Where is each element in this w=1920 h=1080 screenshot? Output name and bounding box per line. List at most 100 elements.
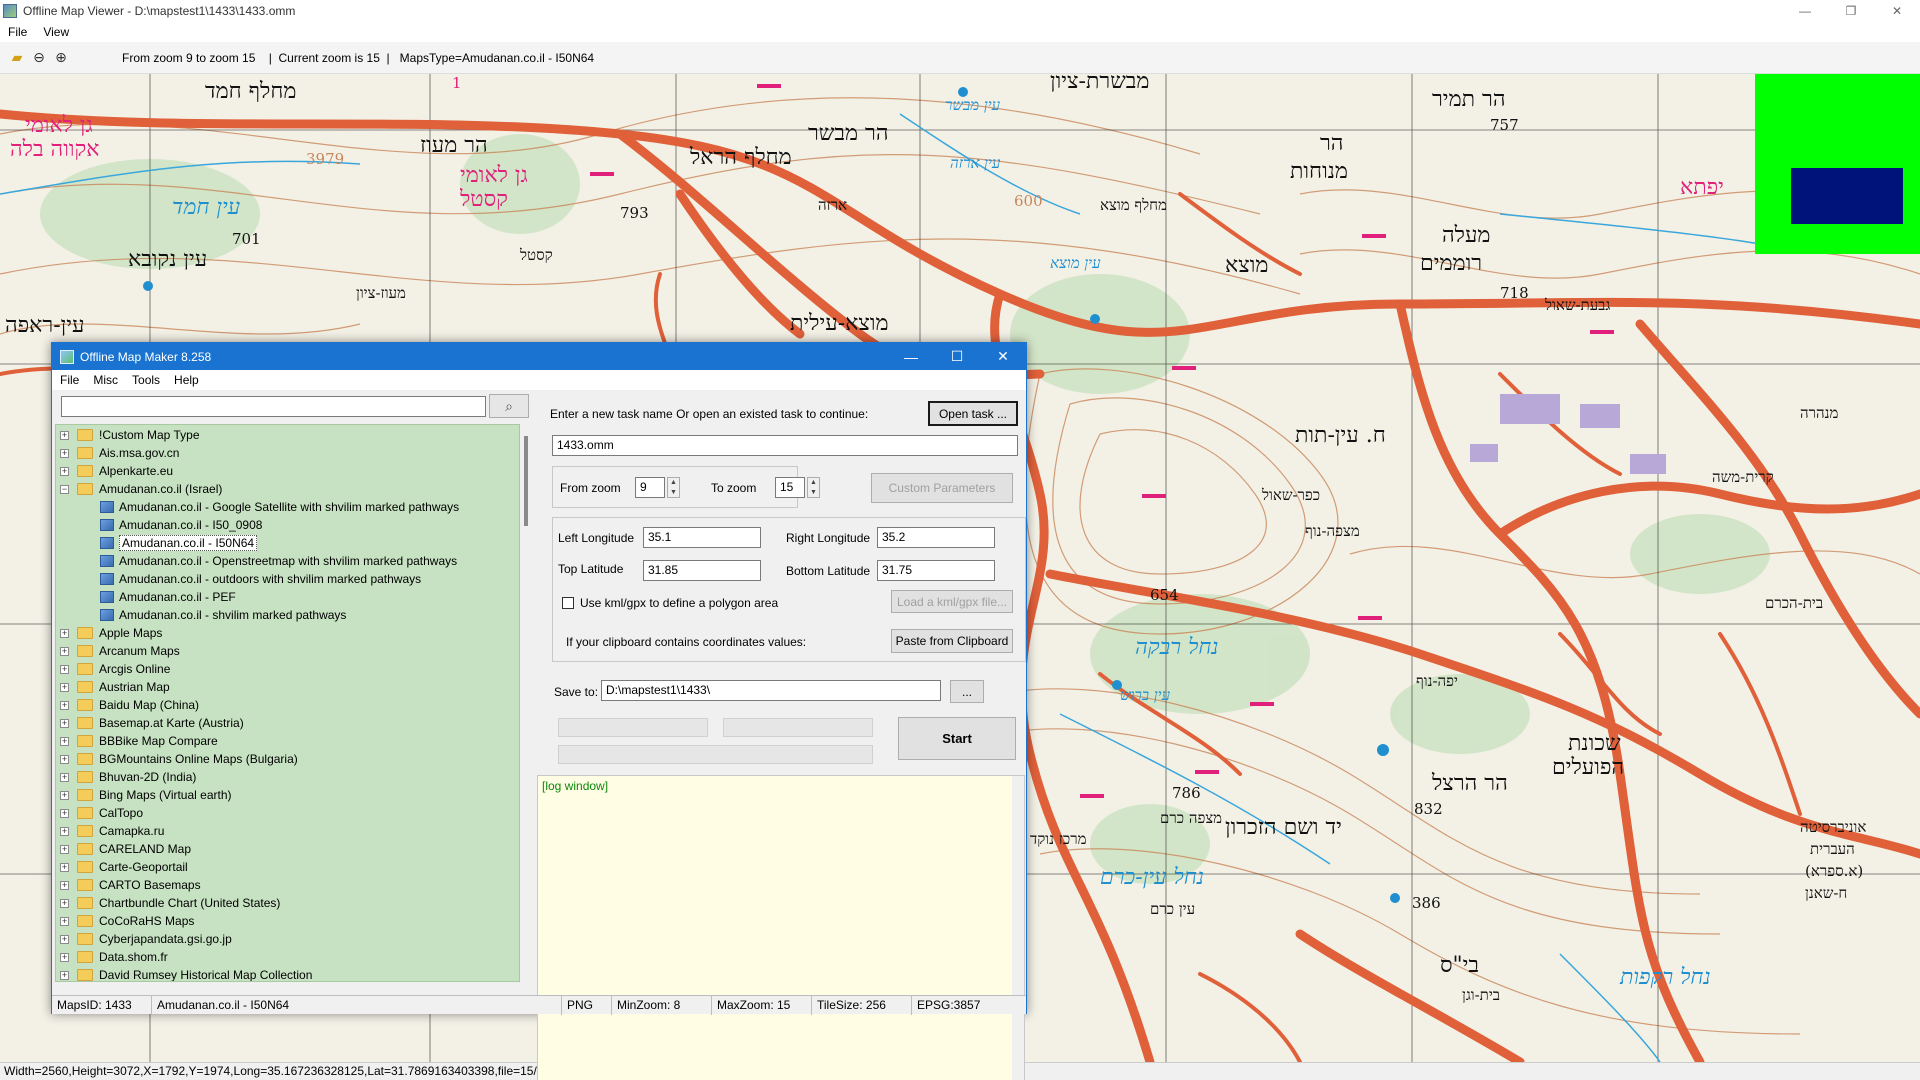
dialog-maximize-icon[interactable]: ☐: [934, 343, 980, 370]
tree-folder-item[interactable]: + CoCoRaHS Maps: [56, 912, 194, 930]
paste-from-clipboard-button[interactable]: Paste from Clipboard: [891, 629, 1013, 653]
log-scrollbar[interactable]: [1012, 776, 1024, 1080]
expand-icon[interactable]: +: [60, 628, 69, 638]
dialog-menu-file[interactable]: File: [60, 373, 79, 387]
expand-icon[interactable]: +: [60, 718, 69, 728]
expand-icon[interactable]: +: [60, 970, 69, 980]
tree-child-item[interactable]: Amudanan.co.il - Google Satellite with s…: [100, 498, 459, 516]
load-kml-button[interactable]: Load a kml/gpx file...: [891, 590, 1013, 613]
expand-icon[interactable]: +: [60, 844, 69, 854]
dialog-close-icon[interactable]: ✕: [980, 343, 1026, 370]
expand-icon[interactable]: +: [60, 808, 69, 818]
dialog-menu-misc[interactable]: Misc: [93, 373, 118, 387]
map-type-tree[interactable]: + !Custom Map Type + Ais.msa.gov.cn + Alpenka…: [55, 424, 520, 982]
expand-icon[interactable]: +: [60, 898, 69, 908]
tree-folder-item[interactable]: + CARTO Basemaps: [56, 876, 201, 894]
tree-folder-item[interactable]: + !Custom Map Type: [56, 426, 200, 444]
dialog-titlebar[interactable]: Offline Map Maker 8.258 — ☐ ✕: [52, 343, 1026, 370]
expand-icon[interactable]: +: [60, 916, 69, 926]
left-longitude-input[interactable]: 35.1: [643, 527, 761, 548]
tree-folder-item[interactable]: + Bing Maps (Virtual earth): [56, 786, 232, 804]
tree-folder-item[interactable]: + Ais.msa.gov.cn: [56, 444, 179, 462]
menu-file[interactable]: File: [8, 25, 27, 39]
collapse-icon[interactable]: −: [60, 484, 69, 494]
right-longitude-input[interactable]: 35.2: [877, 527, 995, 548]
menu-view[interactable]: View: [43, 25, 69, 39]
use-kml-checkbox[interactable]: [562, 597, 574, 609]
tree-folder-item[interactable]: + CARELAND Map: [56, 840, 191, 858]
zoom-in-icon[interactable]: ⊕: [50, 47, 72, 69]
expand-icon[interactable]: +: [60, 880, 69, 890]
tree-folder-item[interactable]: + Camapka.ru: [56, 822, 164, 840]
expand-icon[interactable]: +: [60, 646, 69, 656]
bottom-latitude-input[interactable]: 31.75: [877, 560, 995, 581]
tree-folder-item[interactable]: + Cyberjapandata.gsi.go.jp: [56, 930, 232, 948]
map-search-input[interactable]: [61, 396, 486, 417]
tree-child-item[interactable]: Amudanan.co.il - Openstreetmap with shvi…: [100, 552, 457, 570]
zoom-out-icon[interactable]: ⊖: [28, 47, 50, 69]
tree-folder-item[interactable]: + Data.shom.fr: [56, 948, 168, 966]
top-latitude-input[interactable]: 31.85: [643, 560, 761, 581]
tree-folder-item[interactable]: + Baidu Map (China): [56, 696, 199, 714]
expand-icon[interactable]: +: [60, 790, 69, 800]
tree-folder-item[interactable]: + Alpenkarte.eu: [56, 462, 173, 480]
overview-minimap[interactable]: [1755, 74, 1920, 254]
to-zoom-input[interactable]: 15: [775, 477, 805, 498]
tree-folder-item[interactable]: − Amudanan.co.il (Israel): [56, 480, 222, 498]
tree-child-item[interactable]: Amudanan.co.il - PEF: [100, 588, 236, 606]
tree-child-item[interactable]: Amudanan.co.il - shvilim marked pathways: [100, 606, 346, 624]
restore-icon[interactable]: ❐: [1828, 0, 1874, 22]
overview-viewport[interactable]: [1791, 168, 1903, 224]
tree-folder-item[interactable]: + David Rumsey Historical Map Collection: [56, 966, 312, 981]
tree-folder-item[interactable]: + Basemap.at Karte (Austria): [56, 714, 244, 732]
tree-folder-item[interactable]: + BBBike Map Compare: [56, 732, 218, 750]
expand-icon[interactable]: +: [60, 862, 69, 872]
tree-folder-item[interactable]: + CalTopo: [56, 804, 143, 822]
save-to-input[interactable]: D:\mapstest1\1433\: [601, 680, 941, 701]
expand-icon[interactable]: +: [60, 736, 69, 746]
from-zoom-stepper[interactable]: ▲ ▼: [667, 477, 680, 498]
open-folder-icon[interactable]: ▰: [6, 47, 28, 69]
expand-icon[interactable]: +: [60, 700, 69, 710]
to-zoom-stepper[interactable]: ▲ ▼: [807, 477, 820, 498]
tree-folder-item[interactable]: + Arcanum Maps: [56, 642, 180, 660]
expand-icon[interactable]: +: [60, 664, 69, 674]
expand-icon[interactable]: +: [60, 682, 69, 692]
open-task-button[interactable]: Open task ...: [928, 401, 1018, 426]
tree-folder-item[interactable]: + Arcgis Online: [56, 660, 170, 678]
tree-child-item[interactable]: Amudanan.co.il - I50N64: [100, 534, 258, 552]
tree-folder-item[interactable]: + BGMountains Online Maps (Bulgaria): [56, 750, 298, 768]
expand-icon[interactable]: +: [60, 934, 69, 944]
tree-folder-item[interactable]: + Carte-Geoportail: [56, 858, 188, 876]
save-to-label: Save to:: [554, 685, 599, 699]
tree-scrollbar-thumb[interactable]: [524, 436, 528, 526]
tree-folder-item[interactable]: + Apple Maps: [56, 624, 162, 642]
start-button[interactable]: Start: [898, 717, 1016, 760]
tree-folder-item[interactable]: + Bhuvan-2D (India): [56, 768, 196, 786]
task-name-input[interactable]: 1433.omm: [552, 435, 1018, 456]
tree-folder-item[interactable]: + Chartbundle Chart (United States): [56, 894, 280, 912]
tree-item-label: Amudanan.co.il - outdoors with shvilim m…: [119, 572, 422, 586]
expand-icon[interactable]: +: [60, 430, 69, 440]
dialog-menu-help[interactable]: Help: [174, 373, 199, 387]
from-zoom-input[interactable]: 9: [635, 477, 665, 498]
expand-icon[interactable]: +: [60, 952, 69, 962]
tree-scrollbar[interactable]: [522, 424, 532, 982]
expand-icon[interactable]: +: [60, 754, 69, 764]
search-icon[interactable]: ⌕: [489, 394, 529, 418]
dialog-minimize-icon[interactable]: —: [888, 343, 934, 370]
dialog-menu-tools[interactable]: Tools: [132, 373, 160, 387]
close-icon[interactable]: ✕: [1874, 0, 1920, 22]
custom-parameters-button[interactable]: Custom Parameters: [871, 473, 1013, 503]
expand-icon[interactable]: +: [60, 448, 69, 458]
minimize-icon[interactable]: —: [1782, 0, 1828, 22]
tree-folder-item[interactable]: + Austrian Map: [56, 678, 170, 696]
log-window[interactable]: [log window]: [537, 775, 1025, 1080]
tree-child-item[interactable]: Amudanan.co.il - I50_0908: [100, 516, 262, 534]
tree-child-item[interactable]: Amudanan.co.il - outdoors with shvilim m…: [100, 570, 421, 588]
browse-button[interactable]: ...: [950, 680, 984, 703]
expand-icon[interactable]: +: [60, 772, 69, 782]
folder-icon: [77, 627, 93, 639]
expand-icon[interactable]: +: [60, 466, 69, 476]
expand-icon[interactable]: +: [60, 826, 69, 836]
